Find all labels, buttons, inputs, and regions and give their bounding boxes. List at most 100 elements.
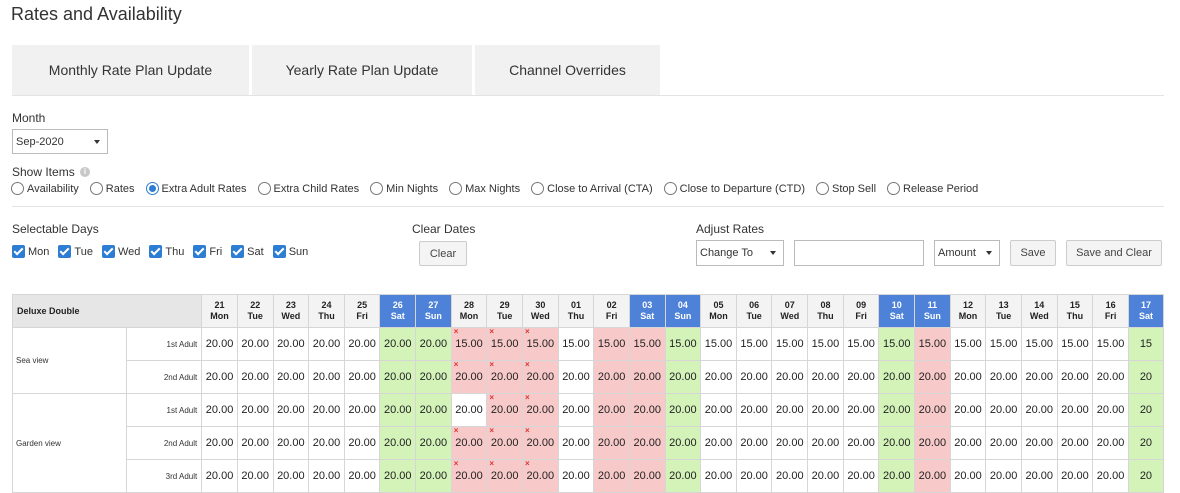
day-checkbox-option[interactable]: Sat xyxy=(231,245,264,258)
adjust-value-input[interactable] xyxy=(794,240,924,266)
rate-cell[interactable]: 20 xyxy=(1127,360,1164,394)
date-header[interactable]: 15 Thu xyxy=(1056,294,1094,328)
rate-cell[interactable]: 20.00 xyxy=(1020,459,1058,493)
rate-cell[interactable]: 20.00 xyxy=(949,459,987,493)
rate-cell[interactable]: 20.00 xyxy=(735,459,773,493)
rate-cell[interactable]: 20.00 xyxy=(593,459,630,493)
rate-cell[interactable]: 20.00 xyxy=(842,459,880,493)
rate-cell[interactable]: 20 xyxy=(1127,459,1164,493)
show-item-option[interactable]: Extra Child Rates xyxy=(257,182,359,195)
rate-cell[interactable]: × 20.00 xyxy=(522,459,559,493)
show-item-option[interactable]: Close to Departure (CTD) xyxy=(663,182,805,195)
day-checkbox-option[interactable]: Fri xyxy=(193,245,222,258)
date-header[interactable]: 16 Fri xyxy=(1092,294,1129,328)
rate-cell[interactable]: × 20.00 xyxy=(522,426,559,460)
day-checkbox-option[interactable]: Thu xyxy=(149,245,184,258)
checkbox[interactable] xyxy=(193,245,207,258)
checkbox[interactable] xyxy=(101,245,115,258)
date-header[interactable]: 06 Tue xyxy=(735,294,773,328)
radio-button[interactable] xyxy=(816,182,829,195)
rate-cell[interactable]: × 20.00 xyxy=(522,360,559,394)
rate-cell[interactable]: × 20.00 xyxy=(522,393,559,427)
rate-cell[interactable]: 20.00 xyxy=(664,360,702,394)
rate-cell[interactable]: 20.00 xyxy=(985,426,1022,460)
rate-cell[interactable]: 20.00 xyxy=(379,459,417,493)
radio-button[interactable] xyxy=(89,182,103,195)
rate-cell[interactable]: 20.00 xyxy=(593,360,630,394)
rate-cell[interactable]: 15.00 xyxy=(557,327,595,361)
rate-cell[interactable]: 20.00 xyxy=(272,426,310,460)
rate-cell[interactable]: 15.00 xyxy=(593,327,630,361)
rate-cell[interactable]: 20.00 xyxy=(557,426,595,460)
rate-cell[interactable]: × 20.00 xyxy=(486,459,523,493)
rate-cell[interactable]: 20.00 xyxy=(807,459,844,493)
rate-cell[interactable]: 15.00 xyxy=(807,327,844,361)
rate-cell[interactable]: 20.00 xyxy=(771,459,809,493)
rate-cell[interactable]: 15.00 xyxy=(1020,327,1058,361)
rate-cell[interactable]: 20.00 xyxy=(1092,360,1129,394)
rate-cell[interactable]: 20 xyxy=(1127,393,1164,427)
rate-cell[interactable]: 20.00 xyxy=(842,426,880,460)
rate-cell[interactable]: × 15.00 xyxy=(522,327,559,361)
rate-cell[interactable]: 15.00 xyxy=(985,327,1022,361)
rate-cell[interactable]: 15.00 xyxy=(1056,327,1094,361)
rate-cell[interactable]: 20.00 xyxy=(343,360,381,394)
rate-cell[interactable]: 20.00 xyxy=(272,360,310,394)
rate-cell[interactable]: 20.00 xyxy=(878,459,916,493)
rate-cell[interactable]: 20.00 xyxy=(1056,393,1094,427)
rate-cell[interactable]: 20.00 xyxy=(379,327,417,361)
rate-cell[interactable]: 20.00 xyxy=(557,459,595,493)
date-header[interactable]: 07 Wed xyxy=(771,294,809,328)
day-checkbox-option[interactable]: Wed xyxy=(101,245,140,258)
rate-cell[interactable]: 15.00 xyxy=(842,327,880,361)
show-item-option[interactable]: Availability xyxy=(11,182,79,195)
rate-cell[interactable]: 20.00 xyxy=(735,426,773,460)
rate-cell[interactable]: 20.00 xyxy=(343,327,381,361)
rate-cell[interactable]: 20.00 xyxy=(308,327,345,361)
date-header[interactable]: 12 Mon xyxy=(949,294,987,328)
rate-cell[interactable]: 15.00 xyxy=(664,327,702,361)
rate-cell[interactable]: 20 xyxy=(1127,426,1164,460)
rate-cell[interactable]: 20.00 xyxy=(842,360,880,394)
rate-cell[interactable]: 15 xyxy=(1127,327,1164,361)
rate-cell[interactable]: × 20.00 xyxy=(450,426,488,460)
rate-cell[interactable]: 20.00 xyxy=(1092,393,1129,427)
rate-cell[interactable]: × 15.00 xyxy=(486,327,523,361)
rate-cell[interactable]: 20.00 xyxy=(415,360,452,394)
date-header[interactable]: 26 Sat xyxy=(379,294,417,328)
rate-cell[interactable]: 20.00 xyxy=(343,393,381,427)
rate-cell[interactable]: 20.00 xyxy=(735,360,773,394)
clear-dates-button[interactable]: Clear xyxy=(419,241,467,266)
rate-cell[interactable]: 20.00 xyxy=(949,393,987,427)
show-item-option[interactable]: Release Period xyxy=(887,182,978,195)
rate-cell[interactable]: 20.00 xyxy=(985,459,1022,493)
checkbox[interactable] xyxy=(12,245,25,258)
rate-cell[interactable]: 20.00 xyxy=(985,360,1022,394)
rate-cell[interactable]: 20.00 xyxy=(557,393,595,427)
rate-cell[interactable]: 20.00 xyxy=(557,360,595,394)
rate-cell[interactable]: 20.00 xyxy=(415,426,452,460)
rate-cell[interactable]: 20.00 xyxy=(1092,459,1129,493)
rate-cell[interactable]: × 20.00 xyxy=(450,459,488,493)
date-header[interactable]: 24 Thu xyxy=(308,294,345,328)
rate-cell[interactable]: 20.00 xyxy=(415,393,452,427)
rate-cell[interactable]: 20.00 xyxy=(985,393,1022,427)
rate-cell[interactable]: 20.00 xyxy=(842,393,880,427)
rate-cell[interactable]: × 20.00 xyxy=(486,360,523,394)
date-header[interactable]: 04 Sun xyxy=(664,294,702,328)
radio-button[interactable] xyxy=(370,182,384,195)
rate-cell[interactable]: 20.00 xyxy=(1020,426,1058,460)
rate-cell[interactable]: 20.00 xyxy=(236,327,274,361)
save-button[interactable]: Save xyxy=(1010,240,1056,266)
rate-cell[interactable]: 20.00 xyxy=(807,426,844,460)
rate-cell[interactable]: 20.00 xyxy=(272,393,310,427)
rate-cell[interactable]: 20.00 xyxy=(771,360,809,394)
show-item-option[interactable]: Close to Arrival (CTA) xyxy=(531,182,653,195)
rate-cell[interactable]: 20.00 xyxy=(201,360,238,394)
rate-cell[interactable]: 20.00 xyxy=(201,459,238,493)
radio-button[interactable] xyxy=(257,182,271,195)
show-item-option[interactable]: Min Nights xyxy=(370,182,438,195)
rate-cell[interactable]: 20.00 xyxy=(1020,360,1058,394)
rate-cell[interactable]: 20.00 xyxy=(771,393,809,427)
rate-cell[interactable]: 20.00 xyxy=(807,393,844,427)
